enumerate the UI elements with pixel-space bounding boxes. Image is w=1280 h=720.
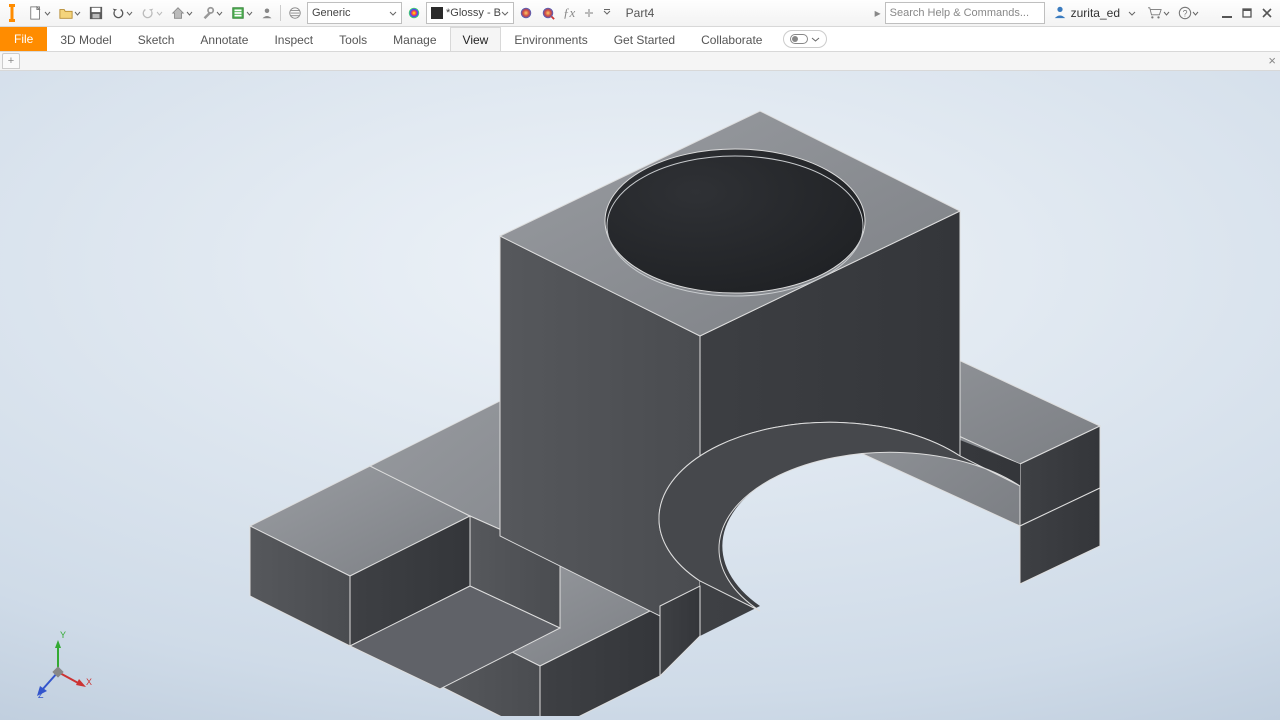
sheet-dropdown[interactable] (228, 2, 256, 24)
ribbon-tabs: File 3D Model Sketch Annotate Inspect To… (0, 27, 1280, 52)
tab-view[interactable]: View (450, 27, 502, 51)
axis-triad[interactable]: Y X Z (28, 630, 98, 700)
tab-sketch[interactable]: Sketch (125, 27, 188, 51)
redo-button[interactable] (138, 2, 166, 24)
tab-inspect[interactable]: Inspect (261, 27, 326, 51)
appearance-combo-value: *Glossy - B (446, 7, 501, 19)
add-document-tab-button[interactable]: + (2, 53, 20, 69)
qat-customize-button[interactable] (600, 2, 614, 24)
tab-get-started[interactable]: Get Started (601, 27, 688, 51)
file-tab[interactable]: File (0, 27, 47, 51)
inventor-logo-icon (4, 4, 20, 22)
close-document-button[interactable]: × (1268, 53, 1276, 68)
document-title: Part4 (626, 6, 655, 20)
tab-collaborate[interactable]: Collaborate (688, 27, 775, 51)
fx-label: ƒx (563, 5, 575, 21)
undo-button[interactable] (108, 2, 136, 24)
separator (280, 5, 281, 21)
fx-parameters-button[interactable]: ƒx (560, 2, 578, 24)
material-combo[interactable]: Generic (307, 2, 402, 24)
color-wheel-icon[interactable] (404, 2, 424, 24)
axis-y-label: Y (60, 630, 66, 640)
save-button[interactable] (86, 2, 106, 24)
app-frame-toggle[interactable] (783, 30, 827, 48)
home-button[interactable] (168, 2, 196, 24)
help-button[interactable]: ? (1175, 2, 1202, 24)
restore-button[interactable] (1238, 4, 1256, 22)
material-pattern-icon[interactable] (285, 2, 305, 24)
search-placeholder: Search Help & Commands... (890, 7, 1029, 19)
tab-tools[interactable]: Tools (326, 27, 380, 51)
clear-appearance-icon[interactable] (538, 2, 558, 24)
cart-button[interactable] (1144, 2, 1173, 24)
app-window: Generic *Glossy - B ƒx Part4 ▸ Search (0, 0, 1280, 720)
axis-z-label: Z (38, 690, 44, 700)
appearance-override-icon[interactable] (516, 2, 536, 24)
qat-right-cluster: ▸ Search Help & Commands... zurita_ed ? (875, 2, 1276, 24)
minimize-button[interactable] (1218, 4, 1236, 22)
search-input[interactable]: Search Help & Commands... (885, 2, 1045, 24)
username-label: zurita_ed (1071, 6, 1120, 20)
axis-x-label: X (86, 677, 92, 687)
plus-button[interactable] (580, 2, 598, 24)
new-button[interactable] (26, 2, 54, 24)
close-window-button[interactable] (1258, 4, 1276, 22)
user-account-button[interactable]: zurita_ed (1047, 3, 1142, 23)
material-combo-value: Generic (312, 7, 351, 19)
open-button[interactable] (56, 2, 84, 24)
viewport-3d[interactable]: Y X Z (0, 71, 1280, 720)
user-icon (1053, 5, 1067, 22)
user-pref-dropdown[interactable] (258, 2, 276, 24)
quick-access-toolbar: Generic *Glossy - B ƒx Part4 ▸ Search (0, 0, 1280, 27)
tab-3d-model[interactable]: 3D Model (47, 27, 124, 51)
tools-dropdown[interactable] (198, 2, 226, 24)
svg-text:?: ? (1183, 9, 1188, 19)
model-3d-render (140, 76, 1140, 716)
tab-annotate[interactable]: Annotate (187, 27, 261, 51)
tab-environments[interactable]: Environments (501, 27, 600, 51)
appearance-combo[interactable]: *Glossy - B (426, 2, 514, 24)
document-tabs-bar: + × (0, 52, 1280, 71)
search-arrow-icon: ▸ (875, 6, 881, 20)
tab-manage[interactable]: Manage (380, 27, 449, 51)
appearance-swatch-icon (431, 7, 443, 19)
